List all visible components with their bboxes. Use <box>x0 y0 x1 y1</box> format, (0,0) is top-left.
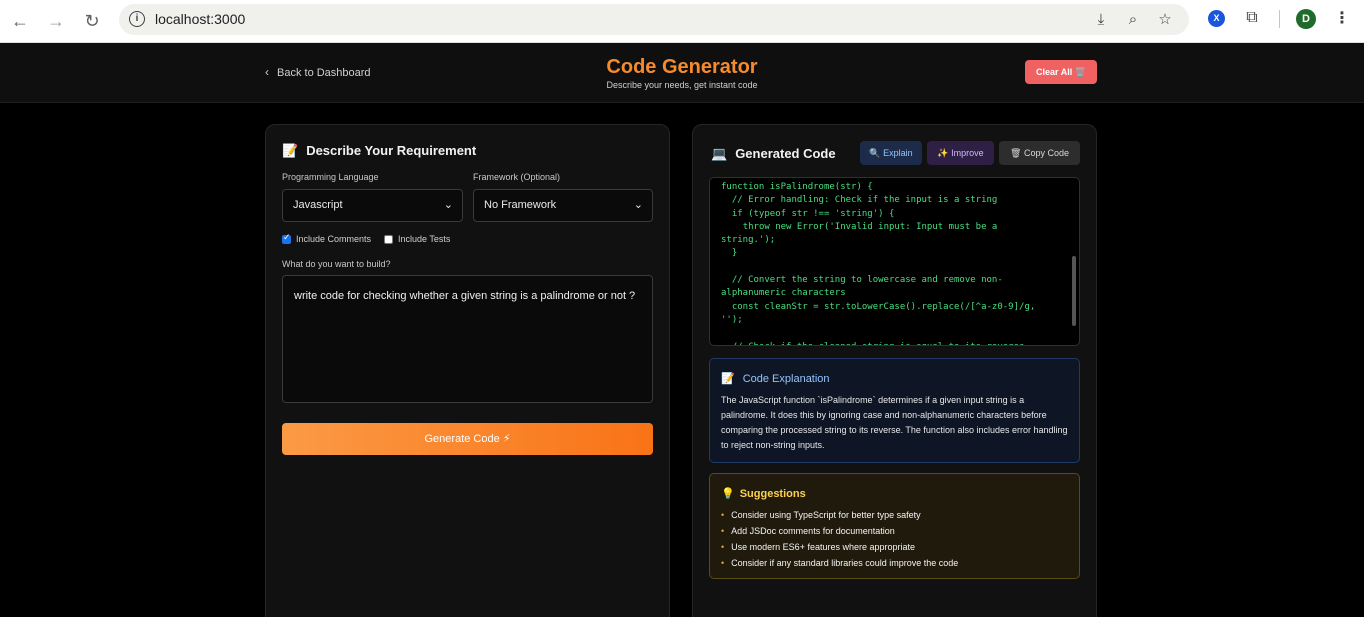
profile-avatar[interactable]: D <box>1296 9 1316 29</box>
suggestions-list: Consider using TypeScript for better typ… <box>721 507 958 571</box>
install-app-icon[interactable]: ⤓ <box>1091 10 1111 30</box>
include-comments-label: Include Comments <box>296 234 372 244</box>
explanation-title: 📝 Code Explanation <box>721 373 830 385</box>
extension-icon[interactable]: X <box>1208 10 1225 27</box>
chevron-down-icon: ⌄ <box>633 199 643 211</box>
generate-code-button[interactable]: Generate Code ⚡ <box>282 423 653 455</box>
suggestions-title: 💡 Suggestions <box>721 488 806 500</box>
more-menu-icon[interactable]: ⋮ <box>1333 9 1351 29</box>
memo-icon: 📝 <box>721 373 735 385</box>
reload-icon[interactable]: ↻ <box>80 9 104 33</box>
laptop-icon: 💻 <box>711 146 728 161</box>
framework-label: Framework (Optional) <box>473 172 561 182</box>
url-text[interactable]: localhost:3000 <box>155 11 245 27</box>
site-info-icon[interactable]: i <box>129 11 145 27</box>
page-title: Code Generator <box>606 56 758 78</box>
forward-arrow-icon[interactable]: → <box>44 9 68 33</box>
toolbar-divider <box>1279 10 1280 28</box>
requirement-title: 📝 Describe Your Requirement <box>282 143 477 158</box>
requirement-textarea[interactable]: write code for checking whether a given … <box>282 275 653 403</box>
generated-code-title: 💻 Generated Code <box>711 146 836 161</box>
clear-all-button[interactable]: Clear All 🗑️ <box>1025 60 1097 84</box>
include-tests-option[interactable]: Include Tests <box>384 234 450 244</box>
list-item: Use modern ES6+ features where appropria… <box>721 539 958 555</box>
copy-code-button[interactable]: 🗑 Copy Code <box>999 141 1080 165</box>
address-bar[interactable]: i localhost:3000 ⤓ ⌕ ☆ <box>119 4 1189 35</box>
code-output[interactable]: function isPalindrome(str) { // Error ha… <box>709 177 1080 346</box>
include-tests-label: Include Tests <box>398 234 451 244</box>
back-arrow-icon[interactable]: ← <box>8 9 32 33</box>
language-label: Programming Language <box>282 172 379 182</box>
code-scrollbar[interactable] <box>1072 256 1076 326</box>
zoom-icon[interactable]: ⌕ <box>1123 10 1143 30</box>
chevron-down-icon: ⌄ <box>443 199 453 211</box>
language-value: Javascript <box>293 199 343 211</box>
include-tests-checkbox[interactable] <box>384 234 393 244</box>
include-comments-option[interactable]: Include Comments <box>282 232 372 244</box>
language-select[interactable]: Javascript ⌄ <box>282 189 463 222</box>
include-comments-checkbox[interactable] <box>282 232 291 244</box>
list-item: Add JSDoc comments for documentation <box>721 523 958 539</box>
generated-code-panel: 💻 Generated Code 🔍 Explain ✨ Improve 🗑 Co… <box>692 124 1097 617</box>
code-text: function isPalindrome(str) { // Error ha… <box>721 182 1036 345</box>
framework-select[interactable]: No Framework ⌄ <box>473 189 653 222</box>
memo-icon: 📝 <box>282 143 299 158</box>
requirement-panel: 📝 Describe Your Requirement Programming L… <box>265 124 670 617</box>
lightbulb-icon: 💡 <box>721 488 735 500</box>
explain-button[interactable]: 🔍 Explain <box>860 141 922 165</box>
list-item: Consider using TypeScript for better typ… <box>721 507 958 523</box>
suggestions-card: 💡Suggestions Consider using TypeScript f… <box>709 473 1080 579</box>
explanation-card: 📝 Code Explanation The JavaScript functio… <box>709 358 1080 463</box>
prompt-label: What do you want to build? <box>282 259 391 269</box>
framework-value: No Framework <box>484 199 557 211</box>
extensions-puzzle-icon[interactable]: ⧉ <box>1242 8 1262 28</box>
app-header: ‹ Back to Dashboard Code Generator Descri… <box>0 43 1364 103</box>
list-item: Consider if any standard libraries could… <box>721 555 958 571</box>
explanation-text: The JavaScript function `isPalindrome` d… <box>721 395 1068 450</box>
browser-toolbar: ← → ↻ i localhost:3000 ⤓ ⌕ ☆ X ⧉ D ⋮ <box>0 0 1364 43</box>
bookmark-star-icon[interactable]: ☆ <box>1155 10 1175 30</box>
page-subtitle: Describe your needs, get instant code <box>606 80 758 90</box>
improve-button[interactable]: ✨ Improve <box>927 141 994 165</box>
